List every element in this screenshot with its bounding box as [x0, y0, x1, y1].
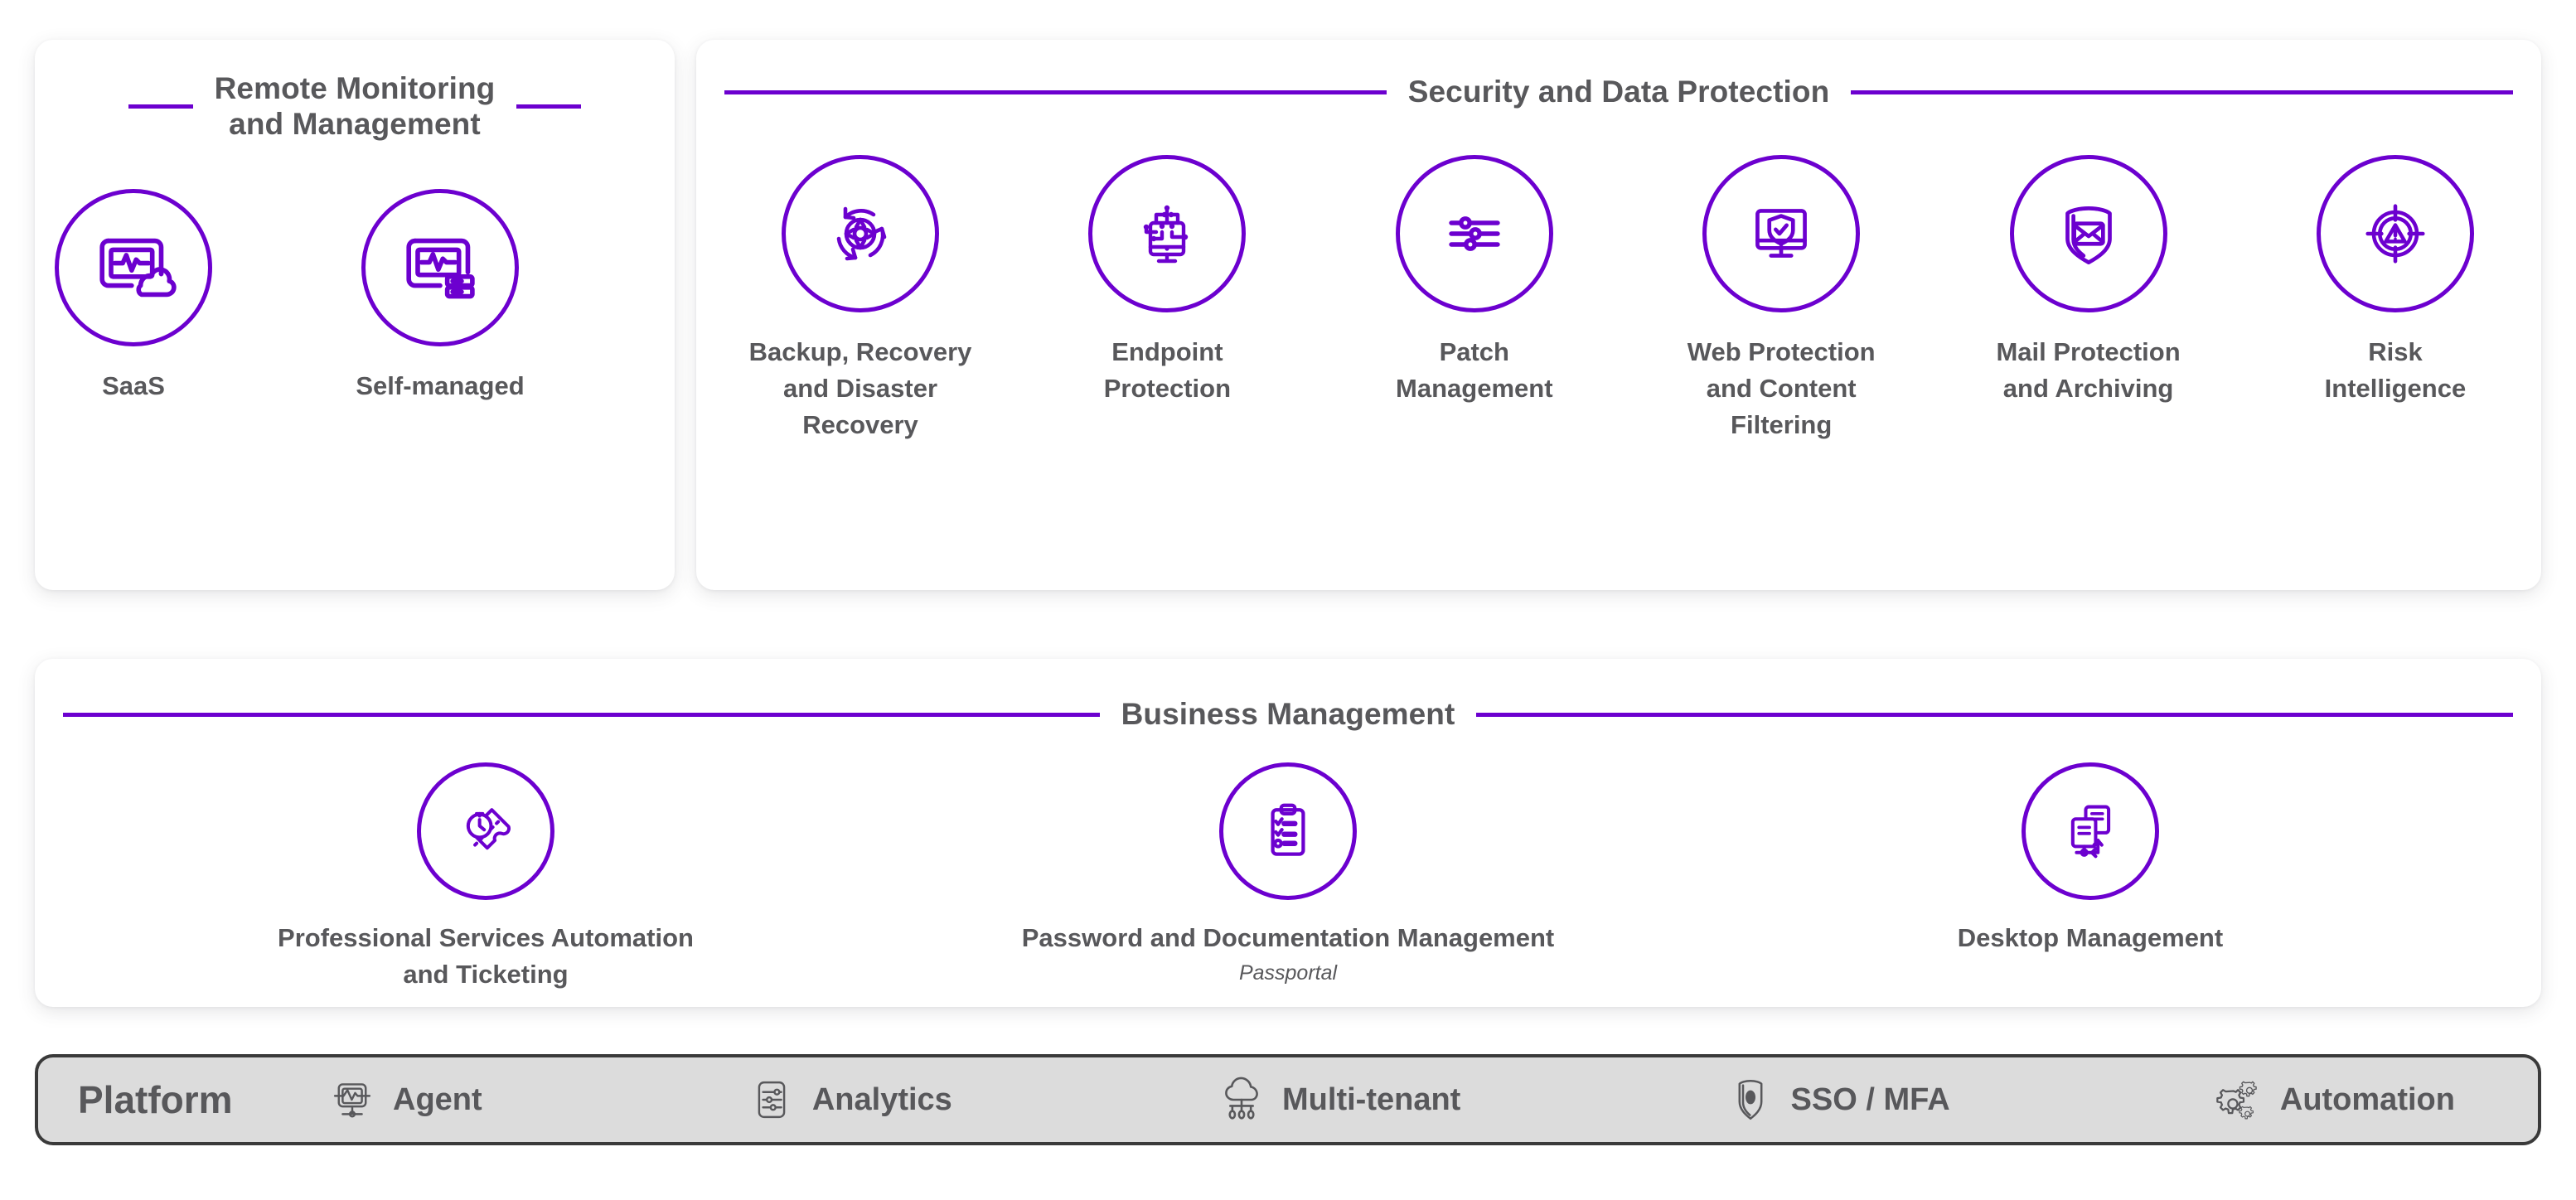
- tile-endpoint-protection[interactable]: Endpoint Protection: [1046, 155, 1288, 407]
- desktop-transfer-icon: [2052, 793, 2128, 869]
- header-rule-left: [128, 104, 193, 109]
- section-header-business: Business Management: [35, 697, 2541, 733]
- icon-circle: [1088, 155, 1246, 312]
- platform-item-agent[interactable]: Agent: [327, 1074, 482, 1125]
- stopwatch-ticket-icon: [448, 793, 524, 869]
- platform-item-sso-mfa[interactable]: SSO / MFA: [1725, 1074, 1950, 1125]
- tile-label: SaaS: [102, 368, 165, 404]
- tile-label: Password and Documentation Management: [1022, 920, 1555, 956]
- section-header-rmm: Remote Monitoring and Management: [35, 71, 675, 143]
- card-remote-monitoring-and-management: Remote Monitoring and Management: [35, 40, 675, 590]
- monitor-cloud-icon: [89, 223, 178, 312]
- backup-recovery-cycle-icon: [819, 192, 902, 275]
- tile-label: Self-managed: [356, 368, 524, 404]
- tile-mail-protection-and-archiving[interactable]: Mail Protection and Archiving: [1968, 155, 2210, 407]
- platform-items: Agent Analytics: [327, 1074, 2488, 1125]
- platform-item-label: Analytics: [812, 1082, 952, 1118]
- tile-saas[interactable]: SaaS: [55, 189, 212, 404]
- tile-label: Endpoint Protection: [1104, 334, 1231, 407]
- cloud-multitenant-icon: [1216, 1074, 1267, 1125]
- section-title-business: Business Management: [1121, 697, 1455, 733]
- diagram-canvas: Remote Monitoring and Management: [0, 0, 2576, 1200]
- monitor-shield-check-icon: [1739, 191, 1823, 276]
- section-header-security: Security and Data Protection: [696, 75, 2541, 110]
- icon-circle: [417, 762, 554, 900]
- card-business-management: Business Management: [35, 659, 2541, 1007]
- shield-envelope-icon: [2046, 191, 2131, 276]
- tile-backup-recovery-and-disaster-recovery[interactable]: Backup, Recovery and Disaster Recovery: [739, 155, 981, 443]
- platform-item-label: Agent: [393, 1082, 482, 1118]
- header-rule-left: [724, 90, 1387, 94]
- tile-patch-management[interactable]: Patch Management: [1353, 155, 1595, 407]
- platform-item-analytics[interactable]: Analytics: [746, 1074, 952, 1125]
- icon-circle: [2022, 762, 2159, 900]
- platform-item-label: SSO / MFA: [1791, 1082, 1950, 1118]
- section-title-rmm: Remote Monitoring and Management: [215, 71, 496, 143]
- tile-label: Backup, Recovery and Disaster Recovery: [749, 334, 972, 443]
- agent-monitor-icon: [327, 1074, 378, 1125]
- header-rule-left: [63, 713, 1100, 717]
- tile-row-business: Professional Services Automation and Tic…: [35, 762, 2541, 993]
- tile-row-rmm: SaaS: [35, 189, 675, 404]
- tile-label: Desktop Management: [1958, 920, 2223, 956]
- icon-circle: [361, 189, 519, 346]
- tile-professional-services-automation-and-ticketing[interactable]: Professional Services Automation and Tic…: [171, 762, 801, 993]
- sliders-icon: [1433, 192, 1516, 275]
- platform-bar: Platform Agent: [35, 1054, 2541, 1145]
- tile-label: Mail Protection and Archiving: [1996, 334, 2180, 407]
- icon-circle: [2317, 155, 2474, 312]
- tile-label: Web Protection and Content Filtering: [1687, 334, 1876, 443]
- platform-item-label: Multi-tenant: [1282, 1082, 1460, 1118]
- header-rule-right: [1851, 90, 2513, 94]
- crosshair-warning-icon: [2352, 191, 2438, 277]
- endpoint-node-icon: [1126, 192, 1208, 275]
- monitor-server-icon: [395, 223, 485, 312]
- card-security-and-data-protection: Security and Data Protection: [696, 40, 2541, 590]
- analytics-sliders-icon: [746, 1074, 797, 1125]
- section-title-security: Security and Data Protection: [1408, 75, 1830, 110]
- icon-circle: [1219, 762, 1357, 900]
- platform-title: Platform: [78, 1077, 327, 1122]
- header-rule-right: [516, 104, 581, 109]
- tile-risk-intelligence[interactable]: Risk Intelligence: [2274, 155, 2516, 407]
- clipboard-checklist-icon: [1250, 793, 1326, 869]
- header-rule-right: [1476, 713, 2513, 717]
- platform-item-automation[interactable]: Automation: [2214, 1074, 2455, 1125]
- icon-circle: [2010, 155, 2167, 312]
- icon-circle: [55, 189, 212, 346]
- tile-label: Patch Management: [1396, 334, 1552, 407]
- tile-web-protection-and-content-filtering[interactable]: Web Protection and Content Filtering: [1660, 155, 1902, 443]
- tile-password-and-documentation-management[interactable]: Password and Documentation Management Pa…: [973, 762, 1603, 987]
- tile-label: Professional Services Automation and Tic…: [278, 920, 694, 993]
- platform-item-multi-tenant[interactable]: Multi-tenant: [1216, 1074, 1460, 1125]
- tile-row-security: Backup, Recovery and Disaster Recovery: [696, 155, 2541, 443]
- icon-circle: [1702, 155, 1860, 312]
- tile-label: Risk Intelligence: [2325, 334, 2467, 407]
- tile-desktop-management[interactable]: Desktop Management: [1775, 762, 2405, 956]
- tile-self-managed[interactable]: Self-managed: [361, 189, 519, 404]
- gears-icon: [2214, 1074, 2265, 1125]
- tile-sublabel: Passportal: [1239, 960, 1337, 987]
- shield-key-icon: [1725, 1074, 1776, 1125]
- icon-circle: [782, 155, 939, 312]
- icon-circle: [1396, 155, 1553, 312]
- platform-item-label: Automation: [2280, 1082, 2455, 1118]
